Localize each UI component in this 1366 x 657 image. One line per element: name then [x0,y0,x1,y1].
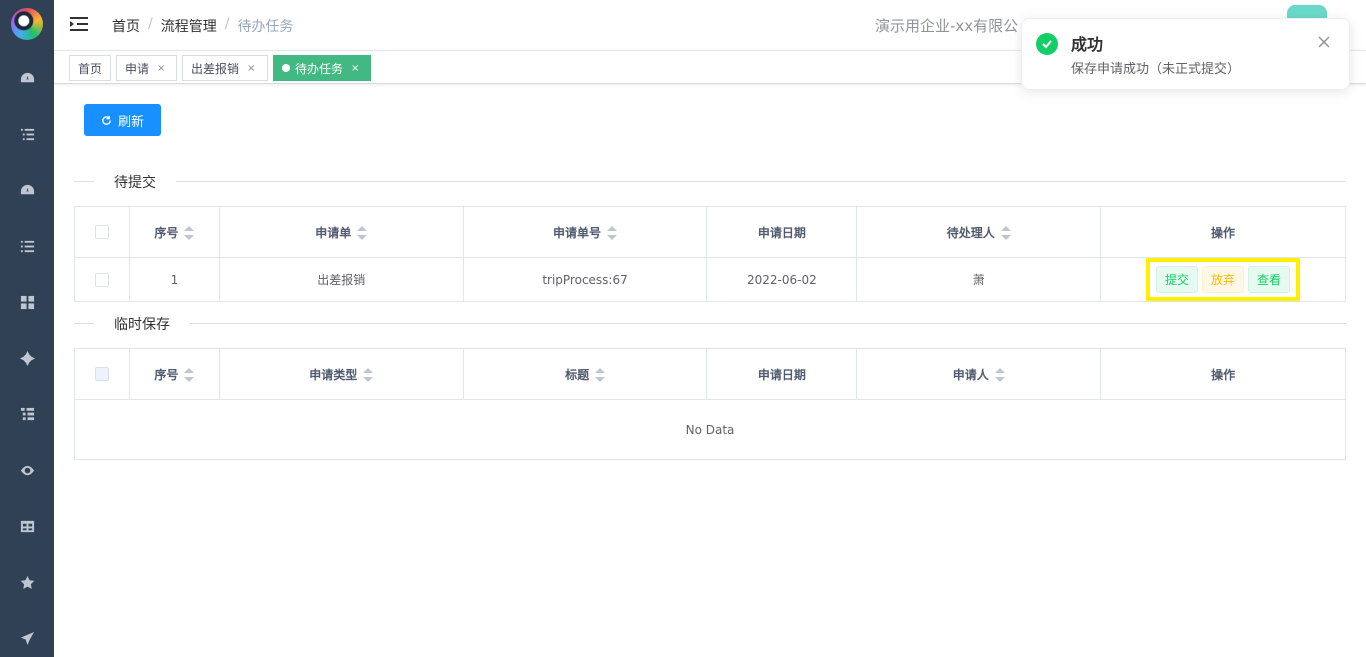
row-checkbox[interactable] [94,272,109,287]
draft-table: 序号 申请类型 标题 申请日期 申请人 操作 No Data [74,348,1346,460]
tag-todo-tasks[interactable]: 待办任务 × [273,55,371,81]
column-header[interactable]: 待处理人 [856,206,1102,258]
column-header: 申请日期 [706,206,858,258]
column-header[interactable]: 申请人 [856,348,1102,400]
eye-icon[interactable] [17,460,37,480]
column-header: 操作 [1100,206,1346,258]
section-divider [74,181,1346,182]
no-data-text: No Data [74,399,1346,460]
sort-icon[interactable] [184,368,195,382]
actions-group: 提交 放弃 查看 [1146,258,1301,301]
sidebar [0,0,54,657]
tag-label: 待办任务 [295,61,344,76]
section-title-draft: 临时保存 [94,314,190,334]
menu-fold-icon[interactable] [70,16,88,32]
column-header[interactable]: 序号 [128,206,220,258]
breadcrumb-separator: / [148,16,153,32]
grid-icon[interactable] [17,292,37,312]
column-header: 申请日期 [706,348,858,400]
column-header[interactable]: 标题 [462,348,708,400]
select-all-cell [74,348,130,400]
target-icon[interactable] [17,348,37,368]
pending-table: 序号 申请单 申请单号 申请日期 待处理人 操作 1 出差报销 tripProc… [74,206,1346,302]
breadcrumb-current: 待办任务 [237,19,294,35]
company-name: 演示用企业-xx有限公 [875,17,1019,35]
close-icon[interactable] [1317,35,1331,49]
success-check-icon [1036,33,1058,55]
sort-icon[interactable] [357,226,368,240]
tag-home[interactable]: 首页 [69,55,112,81]
close-icon[interactable]: × [157,63,165,74]
submit-button[interactable]: 提交 [1156,266,1199,293]
table-header-row: 序号 申请类型 标题 申请日期 申请人 操作 [74,348,1346,400]
success-notification: 成功 保存申请成功（未正式提交） [1021,18,1350,90]
refresh-button[interactable]: 刷新 [84,104,161,136]
tree-table-icon[interactable] [17,404,37,424]
refresh-icon [102,115,111,125]
table-row: 1 出差报销 tripProcess:67 2022-06-02 萧 提交 放弃… [74,257,1346,302]
view-button[interactable]: 查看 [1248,266,1291,293]
close-icon[interactable]: × [351,63,359,74]
column-header[interactable]: 申请单 [218,206,464,258]
abandon-button[interactable]: 放弃 [1202,266,1245,293]
breadcrumb-process[interactable]: 流程管理 [161,16,217,36]
breadcrumb-home[interactable]: 首页 [112,16,140,36]
tag-apply[interactable]: 申请 × [116,55,177,81]
tag-label: 出差报销 [191,61,240,76]
breadcrumb-separator: / [224,16,230,32]
column-header[interactable]: 序号 [128,348,220,400]
breadcrumb: 首页 / 流程管理 / 待办任务 [112,16,293,36]
sort-icon[interactable] [363,368,374,382]
table-header-row: 序号 申请单 申请单号 申请日期 待处理人 操作 [74,206,1346,258]
dashboard-icon-2[interactable] [17,180,37,200]
select-all-checkbox[interactable] [94,367,109,382]
sort-icon[interactable] [184,226,195,240]
select-all-cell [74,206,130,258]
list-icon[interactable] [17,236,37,256]
section-title-pending: 待提交 [94,172,176,192]
cell-actions: 提交 放弃 查看 [1100,257,1346,302]
dashboard-icon[interactable] [17,68,37,88]
cell-form: 出差报销 [218,257,464,302]
sort-icon[interactable] [994,368,1005,382]
column-header[interactable]: 申请单号 [462,206,708,258]
sort-icon[interactable] [595,368,606,382]
logo[interactable] [11,8,43,40]
empty-row: No Data [74,399,1346,460]
refresh-label: 刷新 [117,114,144,130]
section-divider [74,323,1346,324]
column-header[interactable]: 申请类型 [218,348,464,400]
cell-date: 2022-06-02 [706,257,858,302]
sort-icon[interactable] [607,226,618,240]
select-all-checkbox[interactable] [94,225,109,240]
send-icon[interactable] [17,628,37,648]
close-icon[interactable]: × [247,63,255,74]
cell-index: 1 [128,257,220,302]
tag-label: 首页 [78,61,103,76]
table-icon[interactable] [17,516,37,536]
active-dot-icon [282,64,290,72]
star-icon[interactable] [17,572,37,592]
tag-label: 申请 [125,61,150,76]
tag-trip-reimburse[interactable]: 出差报销 × [182,55,268,81]
notification-message: 保存申请成功（未正式提交） [1071,62,1241,77]
notification-title: 成功 [1071,35,1104,54]
column-header: 操作 [1100,348,1346,400]
tree-list-icon[interactable] [17,124,37,144]
sort-icon[interactable] [1000,226,1011,240]
cell-number: tripProcess:67 [462,257,708,302]
cell-handler: 萧 [856,257,1102,302]
